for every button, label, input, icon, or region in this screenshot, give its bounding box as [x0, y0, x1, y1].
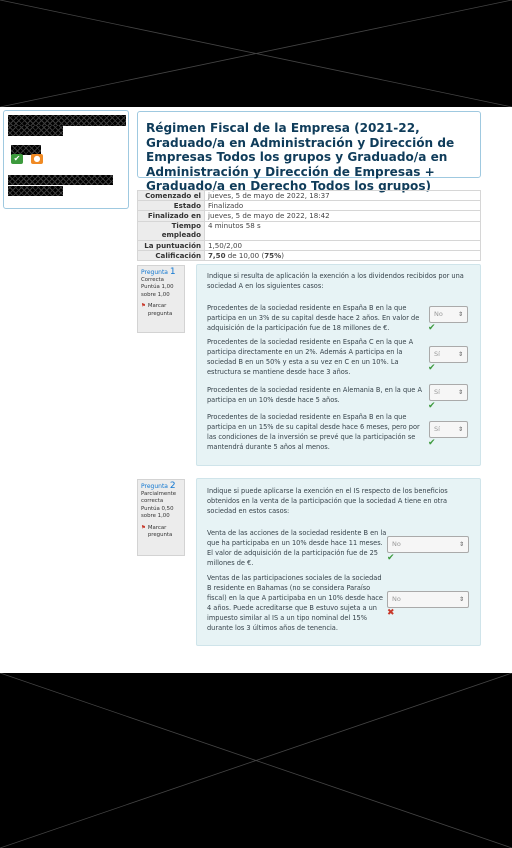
select-arrow-icon: ⇕	[457, 311, 463, 318]
question-status: Correcta	[141, 276, 164, 283]
question-intro: Indique si puede aplicarse la exención e…	[207, 487, 448, 515]
redacted-username-line2	[8, 126, 63, 136]
question-score: Puntúa 1,00 sobre 1,00	[141, 284, 174, 298]
answer-select[interactable]: Sí ⇕	[429, 346, 468, 363]
answer-select[interactable]: No ⇕	[429, 306, 468, 323]
grade-percent: 75%	[264, 250, 282, 260]
correct-icon: ✔	[387, 553, 395, 563]
select-arrow-icon: ⇕	[457, 389, 463, 396]
status-badge-icon: ●	[31, 154, 43, 164]
question-number: Pregunta 2	[141, 481, 181, 491]
correct-icon: ✔	[428, 438, 436, 448]
summary-label: Calificación	[137, 249, 205, 261]
answer-value: Sí	[434, 350, 440, 358]
table-row: Calificación 7,50 de 10,00 (75%)	[137, 249, 481, 261]
incorrect-icon: ✖	[387, 608, 395, 618]
flag-icon: ⚑	[141, 303, 146, 309]
question-label: Pregunta	[141, 269, 168, 276]
answer-value: No	[434, 310, 443, 318]
redacted-header	[0, 0, 512, 107]
question-label: Pregunta	[141, 483, 168, 490]
question-score: Puntúa 0,50 sobre 1,00	[141, 505, 174, 520]
select-arrow-icon: ⇕	[457, 426, 463, 433]
attempt-summary-table: Comenzado el jueves, 5 de mayo de 2022, 1…	[137, 189, 481, 261]
course-header: Régimen Fiscal de la Empresa (2021-22, G…	[137, 111, 481, 193]
question-status: Parcialmente correcta	[141, 490, 177, 505]
summary-value: Finalizado	[204, 200, 481, 212]
flag-icon: ⚑	[141, 524, 146, 531]
correct-icon: ✔	[428, 363, 436, 373]
question-2-content: Indique si puede aplicarse la exención e…	[196, 478, 481, 646]
answer-select[interactable]: No ⇕	[387, 591, 469, 608]
grade-rest: de 10,00 (	[225, 250, 265, 260]
flag-label: Marcar pregunta	[147, 524, 173, 539]
answer-value: Sí	[434, 425, 440, 433]
user-info-box: ✔ ●	[3, 110, 129, 209]
correct-icon: ✔	[428, 401, 436, 411]
summary-label: Finalizado en	[137, 210, 205, 222]
table-row: Tiempo empleado 4 minutos 58 s	[137, 220, 481, 241]
grade-value: 7,50	[208, 250, 226, 260]
answer-value: No	[392, 595, 401, 603]
summary-value: 1,50/2,00	[204, 239, 481, 251]
question-intro: Indique si resulta de aplicación la exen…	[207, 272, 464, 290]
summary-label: Tiempo empleado	[137, 220, 205, 241]
redacted-footer	[0, 673, 512, 848]
check-badge-icon: ✔	[11, 154, 23, 164]
table-row: Estado Finalizado	[137, 200, 481, 212]
redacted-username	[8, 115, 126, 126]
summary-value: jueves, 5 de mayo de 2022, 18:37	[204, 189, 481, 202]
select-arrow-icon: ⇕	[458, 541, 464, 548]
subquestion-text: Procedentes de la sociedad residente en …	[207, 304, 420, 332]
answer-select[interactable]: No ⇕	[387, 536, 469, 553]
question-2-info: Pregunta 2 Parcialmente correcta Puntúa …	[137, 479, 185, 556]
summary-label: La puntuación	[137, 239, 205, 251]
redacted-detail-line2	[8, 186, 63, 196]
question-num: 2	[169, 481, 176, 491]
flag-question-link[interactable]: ⚑ Marcar pregunta	[141, 303, 181, 318]
summary-value: 4 minutos 58 s	[204, 220, 481, 241]
question-1-content: Indique si resulta de aplicación la exen…	[196, 264, 481, 466]
flag-label: Marcar pregunta	[147, 303, 173, 317]
select-arrow-icon: ⇕	[457, 351, 463, 358]
flag-question-link[interactable]: ⚑ Marcar pregunta	[141, 525, 181, 540]
answer-select[interactable]: Sí ⇕	[429, 421, 468, 438]
table-row: La puntuación 1,50/2,00	[137, 239, 481, 251]
page-title: Régimen Fiscal de la Empresa (2021-22, G…	[146, 121, 455, 193]
question-1-info: Pregunta 1 Correcta Puntúa 1,00 sobre 1,…	[137, 265, 185, 333]
subquestion-text: Ventas de las participaciones sociales d…	[207, 574, 383, 632]
answer-value: No	[392, 540, 401, 548]
summary-label: Comenzado el	[137, 189, 205, 202]
select-arrow-icon: ⇕	[458, 596, 464, 603]
answer-select[interactable]: Sí ⇕	[429, 384, 468, 401]
subquestion-text: Procedentes de la sociedad residente en …	[207, 386, 422, 404]
answer-value: Sí	[434, 388, 440, 396]
grade-end: )	[281, 250, 284, 260]
subquestion-text: Venta de las acciones de la sociedad res…	[207, 529, 387, 567]
subquestion-text: Procedentes de la sociedad residente en …	[207, 413, 420, 451]
correct-icon: ✔	[428, 323, 436, 333]
table-row: Finalizado en jueves, 5 de mayo de 2022, …	[137, 210, 481, 222]
summary-value: 7,50 de 10,00 (75%)	[204, 249, 481, 261]
question-num: 1	[169, 267, 176, 277]
question-number: Pregunta 1	[141, 267, 181, 277]
summary-value: jueves, 5 de mayo de 2022, 18:42	[204, 210, 481, 222]
redacted-detail	[8, 175, 113, 185]
subquestion-text: Procedentes de la sociedad residente en …	[207, 338, 414, 376]
table-row: Comenzado el jueves, 5 de mayo de 2022, 1…	[137, 189, 481, 202]
summary-label: Estado	[137, 200, 205, 212]
